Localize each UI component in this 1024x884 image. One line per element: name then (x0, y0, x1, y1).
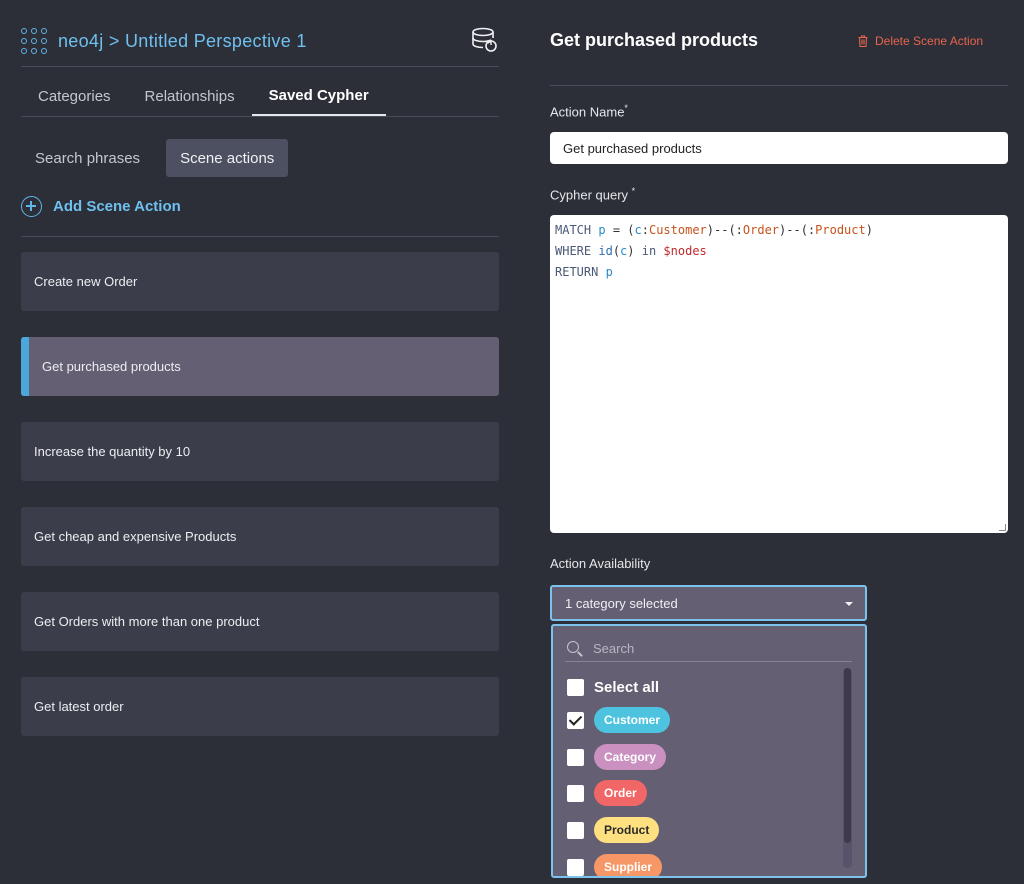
scene-action-item-selected[interactable]: Get purchased products (21, 337, 499, 396)
scrollbar-thumb[interactable] (844, 668, 851, 843)
action-name-label-text: Action Name (550, 104, 625, 120)
perspective-editor-panel: neo4j > Untitled Perspective 1 Categorie… (21, 0, 499, 884)
scene-action-item[interactable]: Get latest order (21, 677, 499, 736)
category-checkbox[interactable] (567, 748, 584, 766)
cypher-query-label: Cypher query * (550, 186, 635, 202)
scene-action-item[interactable]: Get cheap and expensive Products (21, 507, 499, 566)
category-chip: Supplier (594, 854, 663, 876)
search-placeholder: Search (593, 641, 635, 656)
action-availability-select[interactable]: 1 category selected (550, 585, 867, 621)
action-name-label: Action Name* (550, 103, 628, 119)
cypher-query-editor[interactable]: MATCH p = (c:Customer)--(:Order)--(:Prod… (550, 215, 1008, 533)
category-chip: Category (594, 744, 667, 770)
category-option-customer[interactable]: Customer (567, 707, 671, 733)
cypher-line: WHERE id(c) in $nodes (555, 244, 707, 258)
header: neo4j > Untitled Perspective 1 (21, 24, 499, 58)
delete-scene-action-button[interactable]: Delete Scene Action (858, 34, 983, 48)
trash-icon (858, 35, 868, 47)
detail-divider (550, 85, 1008, 86)
category-chip: Order (594, 780, 647, 806)
tab-relationships[interactable]: Relationships (128, 76, 252, 116)
delete-scene-action-label: Delete Scene Action (875, 34, 984, 48)
perspective-title[interactable]: neo4j > Untitled Perspective 1 (58, 31, 307, 52)
availability-selected-value: 1 category selected (565, 595, 678, 611)
category-search-input[interactable]: Search (565, 636, 852, 662)
category-option-supplier[interactable]: Supplier (567, 854, 663, 876)
scene-action-item[interactable]: Create new Order (21, 252, 499, 311)
perspective-tabs: Categories Relationships Saved Cypher (21, 76, 386, 118)
scene-action-item[interactable]: Increase the quantity by 10 (21, 422, 499, 481)
cypher-query-label-text: Cypher query (550, 187, 629, 203)
subtab-scene-actions[interactable]: Scene actions (166, 139, 289, 177)
detail-title: Get purchased products (550, 30, 759, 50)
category-checkbox[interactable] (567, 711, 584, 729)
scene-action-label: Increase the quantity by 10 (34, 444, 191, 459)
select-all-option[interactable]: Select all (567, 679, 659, 696)
category-option-order[interactable]: Order (567, 780, 647, 806)
resize-handle[interactable] (999, 524, 1006, 531)
action-name-value: Get purchased products (563, 140, 702, 156)
caret-down-icon (845, 602, 853, 606)
app-grid-icon[interactable] (21, 28, 47, 54)
header-divider (21, 66, 499, 67)
subtab-search-phrases[interactable]: Search phrases (21, 139, 154, 177)
select-all-label: Select all (594, 679, 660, 696)
category-checkbox[interactable] (567, 858, 584, 876)
cypher-line: RETURN p (555, 265, 613, 279)
required-mark: * (631, 186, 636, 196)
dropdown-scrollbar[interactable] (843, 668, 852, 868)
scene-action-label: Create new Order (34, 274, 138, 289)
category-option-category[interactable]: Category (567, 744, 667, 770)
category-checkbox[interactable] (567, 821, 584, 839)
cypher-line: MATCH p = (c:Customer)--(:Order)--(:Prod… (555, 223, 873, 237)
category-chip: Customer (594, 707, 671, 733)
plus-circle-icon (21, 196, 42, 217)
scene-action-label: Get purchased products (42, 359, 181, 374)
scene-action-label: Get cheap and expensive Products (34, 529, 237, 544)
scene-action-detail-panel: Get purchased products Delete Scene Acti… (550, 0, 1008, 884)
actions-divider (21, 236, 499, 237)
category-dropdown-menu: Search Select all Customer Category Orde… (551, 624, 867, 878)
category-chip: Product (594, 817, 660, 843)
tabs-divider (21, 116, 499, 117)
scene-action-label: Get Orders with more than one product (34, 614, 260, 629)
required-mark: * (624, 103, 628, 113)
select-all-checkbox[interactable] (567, 679, 584, 696)
action-availability-label: Action Availability (550, 556, 651, 571)
action-name-input[interactable]: Get purchased products (550, 132, 1008, 164)
scene-action-label: Get latest order (34, 699, 124, 714)
add-scene-action-button[interactable]: Add Scene Action (21, 196, 181, 217)
add-scene-action-label: Add Scene Action (53, 198, 181, 215)
category-option-product[interactable]: Product (567, 817, 660, 843)
saved-cypher-subtabs: Search phrases Scene actions (21, 139, 300, 177)
tab-categories[interactable]: Categories (21, 76, 128, 116)
category-checkbox[interactable] (567, 784, 584, 802)
tab-saved-cypher[interactable]: Saved Cypher (251, 76, 386, 116)
scene-action-item[interactable]: Get Orders with more than one product (21, 592, 499, 651)
database-refresh-icon[interactable] (471, 26, 499, 54)
scene-action-list: Create new Order Get purchased products … (21, 252, 499, 762)
search-icon (567, 640, 583, 657)
